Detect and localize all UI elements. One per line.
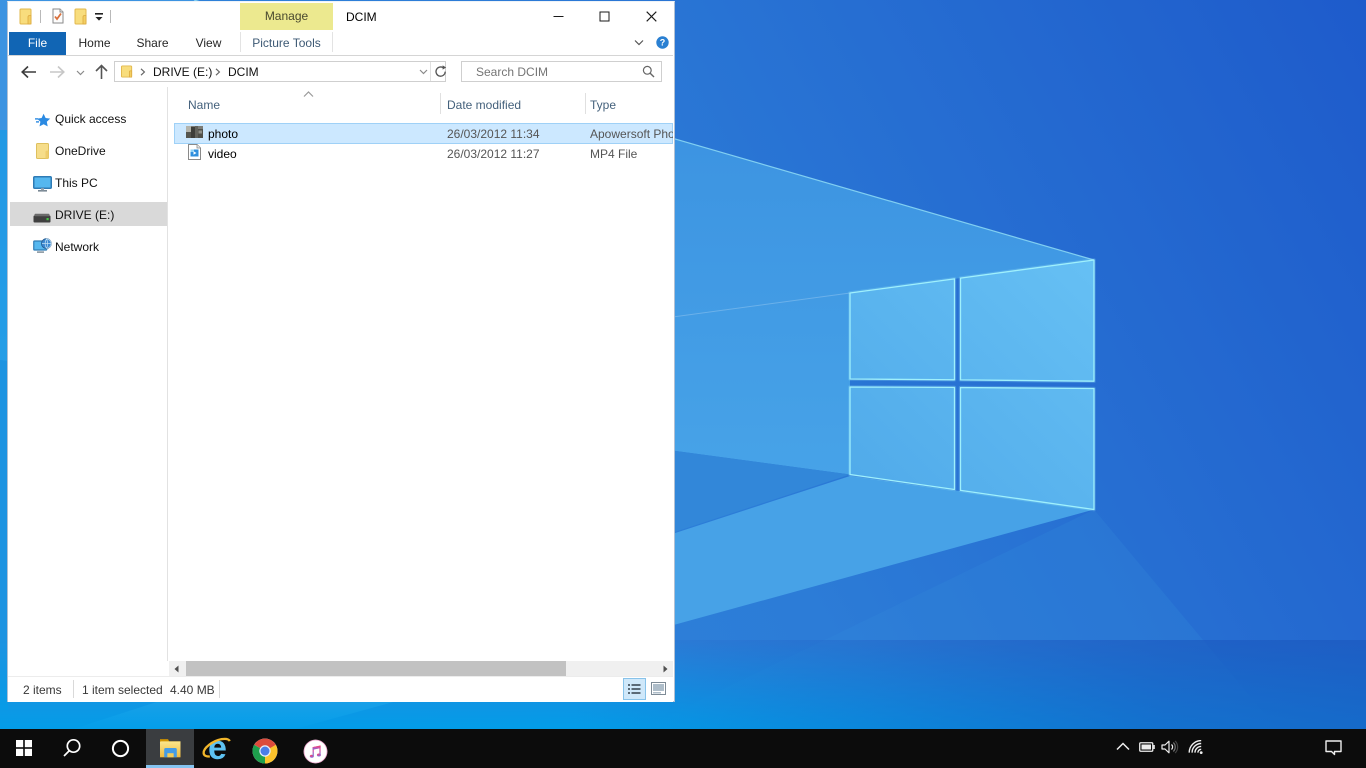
svg-text:?: ?	[660, 38, 666, 48]
